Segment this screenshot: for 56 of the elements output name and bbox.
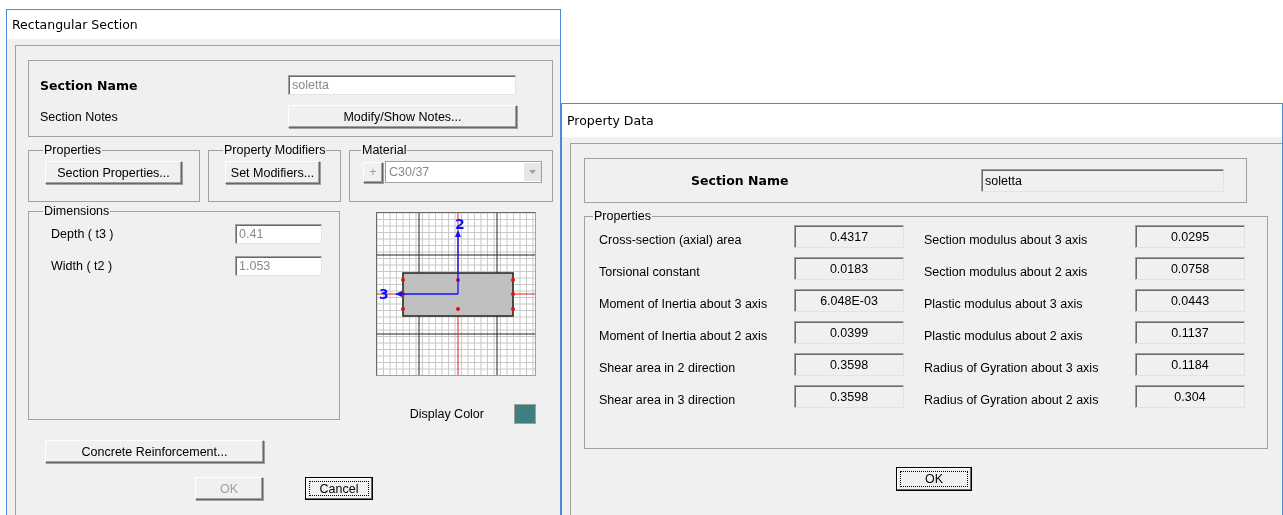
axis-label: 2 bbox=[455, 216, 465, 232]
rebar-dot bbox=[456, 307, 460, 311]
rebar-dot bbox=[511, 278, 515, 282]
modify-notes-button[interactable]: Modify/Show Notes... bbox=[288, 105, 517, 128]
concrete-reinforcement-button[interactable]: Concrete Reinforcement... bbox=[45, 440, 264, 463]
section-name-label: Section Name bbox=[40, 77, 139, 93]
property-value-field: 0.0758 bbox=[1135, 257, 1245, 280]
property-label: Moment of Inertia about 2 axis bbox=[599, 329, 769, 344]
property-label: Section modulus about 3 axis bbox=[924, 233, 1089, 248]
group-title: Properties bbox=[43, 143, 102, 157]
rebar-dot bbox=[401, 307, 405, 311]
window-title: Rectangular Section bbox=[12, 17, 138, 32]
property-label: Plastic modulus about 3 axis bbox=[924, 297, 1084, 312]
property-label: Cross-section (axial) area bbox=[599, 233, 743, 248]
group-title: Material bbox=[361, 143, 408, 157]
cancel-button[interactable]: Cancel bbox=[305, 477, 373, 500]
vertical-axis-arrow bbox=[455, 230, 461, 295]
property-label: Shear area in 2 direction bbox=[599, 361, 737, 376]
axis-label: 3 bbox=[379, 286, 389, 302]
dimension-label: Width ( t2 ) bbox=[51, 259, 114, 273]
window-title: Property Data bbox=[567, 113, 654, 128]
property-value-field: 0.0399 bbox=[794, 321, 904, 344]
ok-button[interactable]: OK bbox=[896, 467, 972, 491]
property-label: Plastic modulus about 2 axis bbox=[924, 329, 1084, 344]
property-value-field: 0.1137 bbox=[1135, 321, 1245, 344]
rebar-dot bbox=[511, 292, 515, 296]
display-color-swatch[interactable] bbox=[514, 404, 536, 424]
property-label: Section modulus about 2 axis bbox=[924, 265, 1089, 280]
section-name-label: Section Name bbox=[691, 173, 790, 188]
rebar-dot bbox=[511, 307, 515, 311]
group-title: Properties bbox=[593, 209, 652, 223]
set-modifiers-button[interactable]: Set Modifiers... bbox=[225, 161, 320, 184]
group-title: Dimensions bbox=[43, 204, 111, 218]
property-value-field: 0.4317 bbox=[794, 225, 904, 248]
horizontal-axis-arrow bbox=[395, 291, 459, 297]
property-value-field: 0.3598 bbox=[794, 385, 904, 408]
property-label: Torsional constant bbox=[599, 265, 701, 280]
section-name-field: soletta bbox=[981, 169, 1224, 192]
property-value-field: 0.0183 bbox=[794, 257, 904, 280]
property-value-field: 0.0295 bbox=[1135, 225, 1245, 248]
section-notes-label: Section Notes bbox=[40, 109, 119, 124]
display-color-label: Display Color bbox=[409, 407, 484, 421]
property-value-field: 0.0443 bbox=[1135, 289, 1245, 312]
property-label: Shear area in 3 direction bbox=[599, 393, 737, 408]
property-value-field: 6.048E-03 bbox=[794, 289, 904, 312]
property-label: Radius of Gyration about 3 axis bbox=[924, 361, 1100, 376]
section-properties-button[interactable]: Section Properties... bbox=[45, 161, 182, 184]
group-title: Property Modifiers bbox=[223, 143, 327, 157]
property-label: Moment of Inertia about 3 axis bbox=[599, 297, 769, 312]
property-value-field: 0.3598 bbox=[794, 353, 904, 376]
rebar-dot bbox=[401, 278, 405, 282]
property-value-field: 0.304 bbox=[1135, 385, 1245, 408]
property-label: Radius of Gyration about 2 axis bbox=[924, 393, 1100, 408]
rebar-dot bbox=[456, 278, 460, 282]
dimension-label: Depth ( t3 ) bbox=[51, 227, 115, 241]
property-value-field: 0.1184 bbox=[1135, 353, 1245, 376]
